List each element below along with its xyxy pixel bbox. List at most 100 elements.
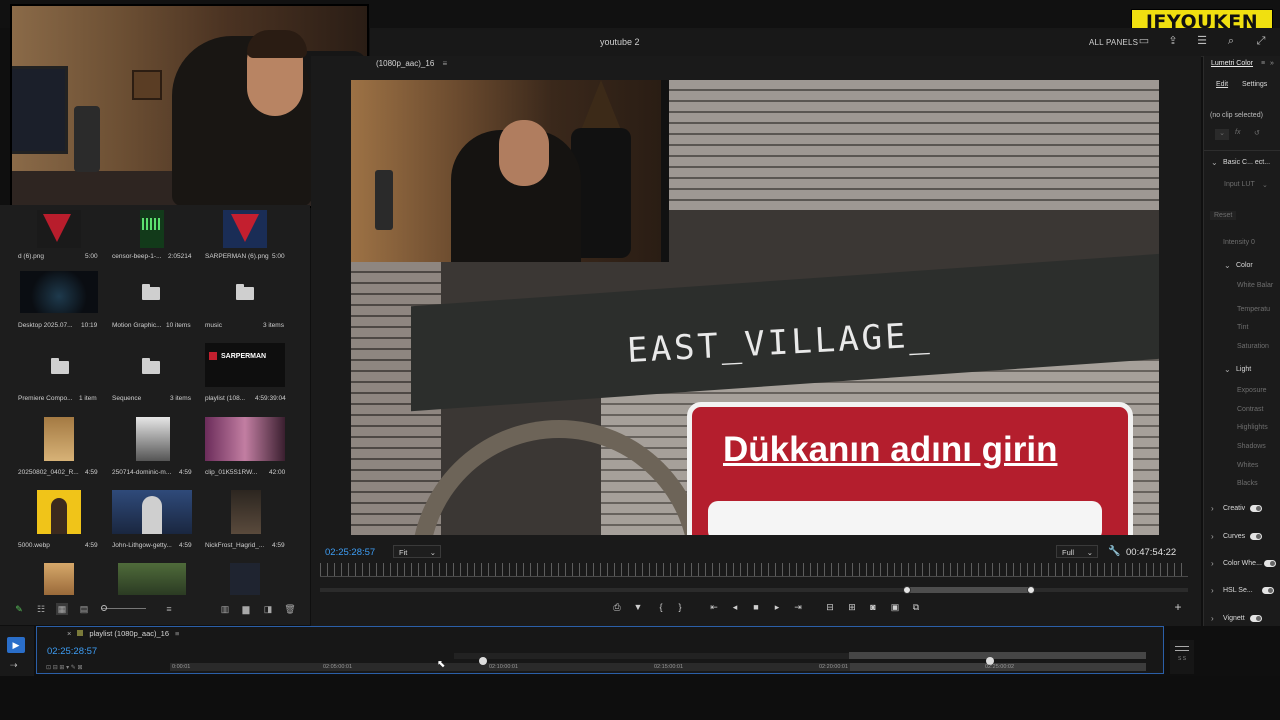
expand-panels-icon[interactable]: » [1270, 60, 1274, 67]
vignette-toggle[interactable] [1250, 615, 1262, 622]
selection-tool-icon[interactable]: ▶ [7, 637, 25, 653]
hsl-section-header[interactable]: HSL Se... [1223, 587, 1253, 594]
dropdown-icon[interactable]: ⌄ [1215, 129, 1229, 140]
chevron-right-icon[interactable]: › [1211, 504, 1214, 513]
lumetri-color-panel: Lumetri Color ≡ » Edit Settings (no clip… [1203, 56, 1280, 626]
insert-icon[interactable]: ⊟ [824, 601, 836, 613]
pencil-icon[interactable]: ✎ [13, 603, 25, 615]
reset-icon[interactable]: ↺ [1254, 129, 1260, 137]
saturation-label: Saturation [1237, 343, 1269, 350]
step-forward-icon[interactable]: ▸ [771, 601, 783, 613]
playhead-timecode[interactable]: 02:25:28:57 [325, 547, 375, 558]
timeline-zoom-handle-left[interactable] [479, 657, 487, 665]
mark-out-icon[interactable]: } [674, 601, 686, 613]
lumetri-tab[interactable]: Lumetri Color [1211, 60, 1253, 67]
tab-settings[interactable]: Settings [1242, 81, 1267, 88]
ruler-label: 02:25:00:02 [985, 664, 1015, 670]
monitor-time-ruler[interactable] [320, 563, 1188, 576]
no-clip-label: (no clip selected) [1210, 112, 1263, 119]
new-item-icon[interactable]: ◨ [262, 603, 274, 615]
panel-menu-icon[interactable]: ≡ [1261, 60, 1265, 67]
creative-toggle[interactable] [1250, 505, 1262, 512]
project-item-thumbnail[interactable] [118, 563, 186, 595]
zoom-slider-knob[interactable] [101, 605, 107, 611]
ruler-label: 02:05:00:01 [323, 664, 353, 670]
audio-meter: S S [1170, 640, 1194, 674]
ruler-label: 02:10:00:01 [489, 664, 519, 670]
sequence-tab[interactable]: × playlist (1080p_aac)_16 ≡ [67, 629, 179, 638]
go-to-out-icon[interactable]: ⇥ [792, 601, 804, 613]
ruler-label: 0:00:01 [172, 664, 191, 670]
track-select-tool-icon[interactable]: ⇢ [10, 660, 18, 671]
overwrite-icon[interactable]: ⊞ [846, 601, 858, 613]
menu-icon[interactable]: ☰ [1195, 34, 1209, 48]
fx-icon[interactable]: fx [1235, 129, 1240, 136]
chevron-right-icon[interactable]: › [1211, 586, 1214, 595]
tab-menu-icon[interactable]: ≡ [443, 59, 448, 68]
mark-in-icon[interactable]: { [655, 601, 667, 613]
close-icon[interactable]: × [67, 629, 71, 638]
timeline-timecode[interactable]: 02:25:28:57 [47, 646, 97, 657]
chevron-down-icon[interactable]: ⌄ [1224, 261, 1231, 270]
export-frame-icon[interactable]: ⎙ [611, 601, 623, 613]
stop-icon[interactable]: ■ [750, 601, 762, 613]
add-button-icon[interactable]: + [1172, 601, 1184, 613]
chevron-down-icon: ⌄ [1086, 548, 1093, 557]
reset-button[interactable]: Reset [1210, 211, 1237, 220]
step-back-icon[interactable]: ◂ [729, 601, 741, 613]
search-icon[interactable]: ⌕ [1224, 34, 1238, 48]
timeline-scroll-thumb[interactable] [849, 652, 1146, 659]
timeline-tools-icons[interactable]: ⊡ ⊟ ⊞ ▾ ✎ ⊠ [46, 664, 82, 671]
camera-icon[interactable]: ◙ [867, 601, 879, 613]
zoom-handle-left[interactable] [903, 586, 911, 594]
new-bin-icon[interactable]: ▆ [240, 603, 252, 615]
add-marker-icon[interactable]: ▼ [632, 601, 644, 613]
curves-toggle[interactable] [1250, 533, 1262, 540]
project-item-thumbnail[interactable] [230, 563, 260, 595]
zoom-slider[interactable] [102, 608, 146, 609]
share-icon[interactable]: ⇪ [1166, 34, 1180, 48]
proxy-toggle-icon[interactable]: ⧉ [910, 601, 922, 613]
go-to-in-icon[interactable]: ⇤ [708, 601, 720, 613]
chevron-down-icon[interactable]: ⌄ [1224, 365, 1231, 374]
chevron-right-icon[interactable]: › [1211, 614, 1214, 623]
light-section-header[interactable]: Light [1236, 366, 1251, 373]
zoom-handle-right[interactable] [1027, 586, 1035, 594]
icon-view-icon[interactable]: ▦ [56, 603, 68, 615]
panel-layout-icon[interactable]: ▭ [1137, 34, 1151, 48]
chevron-right-icon[interactable]: › [1211, 559, 1214, 568]
ruler-label: 02:15:00:01 [654, 664, 684, 670]
all-panels-button[interactable]: ALL PANELS [1089, 38, 1138, 47]
basic-correction-header[interactable]: Basic C... ect... [1223, 159, 1270, 166]
vignette-section-header[interactable]: Vignett [1223, 615, 1245, 622]
curves-section-header[interactable]: Curves [1223, 533, 1245, 540]
color-wheels-section-header[interactable]: Color Whe... [1223, 560, 1262, 567]
freeform-view-icon[interactable]: ▤ [78, 603, 90, 615]
quality-dropdown[interactable]: Full ⌄ [1056, 545, 1098, 558]
tab-edit[interactable]: Edit [1216, 81, 1228, 88]
program-tab[interactable]: (1080p_aac)_16 ≡ [376, 59, 447, 68]
fullscreen-icon[interactable]: ⤢ [1254, 34, 1268, 48]
wrench-icon[interactable]: 🔧 [1108, 546, 1120, 557]
sort-icon[interactable]: ≡ [163, 603, 175, 615]
color-wheels-toggle[interactable] [1264, 560, 1276, 567]
zoom-scrollbar[interactable] [320, 588, 1188, 592]
hsl-toggle[interactable] [1262, 587, 1274, 594]
tab-menu-icon[interactable]: ≡ [175, 629, 179, 638]
creative-section-header[interactable]: Creativ [1223, 505, 1245, 512]
chevron-down-icon: ⌄ [429, 548, 436, 557]
chevron-down-icon[interactable]: ⌄ [1211, 158, 1218, 167]
list-view-icon[interactable]: ☷ [35, 603, 47, 615]
automate-icon[interactable]: ▥ [219, 603, 231, 615]
chevron-right-icon[interactable]: › [1211, 532, 1214, 541]
blacks-label: Blacks [1237, 480, 1258, 487]
trash-icon[interactable]: 🗑 [284, 603, 296, 615]
duration-timecode: 00:47:54:22 [1126, 547, 1177, 558]
zoom-scrollbar-thumb[interactable] [906, 587, 1032, 593]
fit-dropdown[interactable]: Fit ⌄ [393, 545, 441, 558]
input-lut-dropdown[interactable]: ⌄ [1262, 181, 1268, 189]
tint-label: Tint [1237, 324, 1249, 331]
color-section-header[interactable]: Color [1236, 262, 1253, 269]
compare-view-icon[interactable]: ▣ [889, 601, 901, 613]
project-item-thumbnail[interactable] [44, 563, 74, 595]
